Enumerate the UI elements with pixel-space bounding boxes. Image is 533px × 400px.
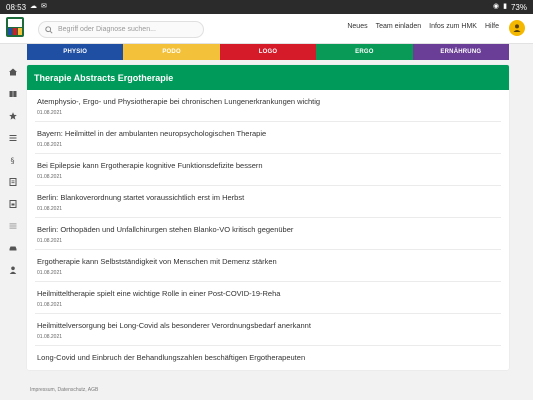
menu-icon[interactable] (9, 222, 17, 230)
item-title: Atemphysio-, Ergo- und Physiotherapie be… (37, 97, 321, 106)
item-date: 01.08.2021 (37, 270, 63, 276)
tab-label: ERNÄHRUNG (440, 49, 482, 55)
top-bar: Begriff oder Diagnose suchen... Neues Te… (0, 14, 533, 44)
home-icon[interactable] (9, 68, 17, 76)
search-icon (45, 25, 53, 34)
status-bar: 08:53 ☁ ✉ ◉ ▮ 73% (0, 0, 533, 14)
footer-links[interactable]: Impressum, Datenschutz, AGB (30, 387, 98, 393)
form-icon[interactable] (9, 200, 17, 208)
header-links: Neues Team einladen Infos zum HMK Hilfe (347, 23, 499, 30)
battery-icon: ▮ (503, 3, 507, 10)
wifi-icon: ◉ (493, 3, 500, 10)
link-team-einladen[interactable]: Team einladen (376, 23, 422, 30)
list-item[interactable]: Long-Covid und Einbruch der Behandlungsz… (35, 346, 501, 370)
status-time: 08:53 (6, 2, 27, 12)
abstracts-panel: Therapie Abstracts Ergotherapie Atemphys… (27, 65, 509, 370)
tab-label: ERGO (355, 49, 374, 55)
tab-logo[interactable]: LOGO (219, 44, 317, 60)
list-item[interactable]: Bayern: Heilmittel in der ambulanten neu… (35, 122, 501, 154)
item-date: 01.08.2021 (37, 334, 63, 340)
item-title: Bayern: Heilmittel in der ambulanten neu… (37, 129, 267, 138)
tab-label: PODO (162, 49, 181, 55)
search-placeholder: Begriff oder Diagnose suchen... (58, 26, 156, 33)
list-item[interactable]: Heilmittelversorgung bei Long-Covid als … (35, 314, 501, 346)
item-date: 01.08.2021 (37, 238, 63, 244)
paragraph-icon[interactable]: § (9, 156, 17, 165)
item-title: Heilmittelversorgung bei Long-Covid als … (37, 321, 311, 330)
tab-ergo[interactable]: ERGO (316, 44, 413, 60)
item-title: Bei Epilepsie kann Ergotherapie kognitiv… (37, 161, 263, 170)
tab-label: LOGO (258, 49, 278, 55)
item-date: 01.08.2021 (37, 110, 63, 116)
panel-title: Therapie Abstracts Ergotherapie (27, 65, 509, 90)
list-item[interactable]: Heilmitteltherapie spielt eine wichtige … (35, 282, 501, 314)
book-icon[interactable] (9, 90, 17, 98)
app-logo[interactable] (6, 17, 24, 37)
item-title: Berlin: Orthopäden und Unfallchirurgen s… (37, 225, 294, 234)
tab-ernaehrung[interactable]: ERNÄHRUNG (412, 44, 510, 60)
category-tabs: PHYSIO PODO LOGO ERGO ERNÄHRUNG (27, 44, 510, 60)
cloud-icon: ☁ (30, 3, 38, 10)
link-neues[interactable]: Neues (347, 23, 367, 30)
car-icon[interactable] (9, 244, 17, 252)
list-icon[interactable] (9, 134, 17, 142)
item-title: Ergotherapie kann Selbstständigkeit von … (37, 257, 277, 266)
item-date: 01.08.2021 (37, 174, 63, 180)
list-item[interactable]: Bei Epilepsie kann Ergotherapie kognitiv… (35, 154, 501, 186)
item-title: Heilmitteltherapie spielt eine wichtige … (37, 289, 281, 298)
list-item[interactable]: Berlin: Orthopäden und Unfallchirurgen s… (35, 218, 501, 250)
chat-icon: ✉ (41, 3, 47, 10)
tab-label: PHYSIO (63, 49, 88, 55)
person-icon[interactable] (9, 266, 17, 274)
user-icon (513, 24, 521, 32)
list-item[interactable]: Berlin: Blankoverordnung startet vorauss… (35, 186, 501, 218)
item-date: 01.08.2021 (37, 142, 63, 148)
item-title: Berlin: Blankoverordnung startet vorauss… (37, 193, 245, 202)
list-item[interactable]: Atemphysio-, Ergo- und Physiotherapie be… (35, 90, 501, 122)
link-infos-hmk[interactable]: Infos zum HMK (429, 23, 477, 30)
item-date: 01.08.2021 (37, 206, 63, 212)
tab-podo[interactable]: PODO (123, 44, 220, 60)
search-input[interactable]: Begriff oder Diagnose suchen... (38, 21, 204, 38)
side-nav: § (0, 44, 26, 400)
abstract-list: Atemphysio-, Ergo- und Physiotherapie be… (27, 90, 509, 370)
list-item[interactable]: Ergotherapie kann Selbstständigkeit von … (35, 250, 501, 282)
battery-level: 73% (510, 2, 527, 12)
star-icon[interactable] (9, 112, 17, 120)
tab-physio[interactable]: PHYSIO (27, 44, 124, 60)
item-title: Long-Covid und Einbruch der Behandlungsz… (37, 353, 306, 362)
svg-text:§: § (11, 157, 15, 165)
avatar[interactable] (509, 20, 525, 36)
item-date: 01.08.2021 (37, 302, 63, 308)
document-icon[interactable] (9, 178, 17, 186)
link-hilfe[interactable]: Hilfe (485, 23, 499, 30)
